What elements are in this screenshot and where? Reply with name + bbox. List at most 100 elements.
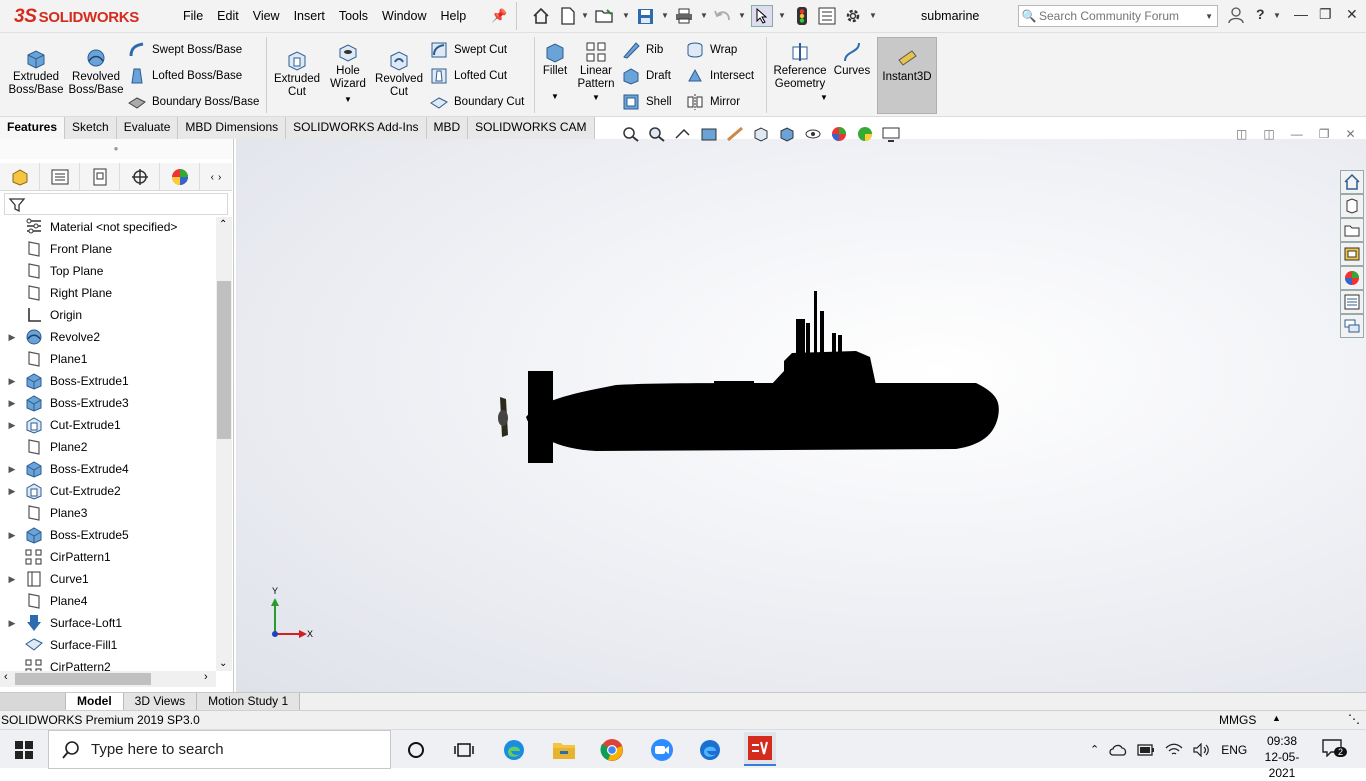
view-palette-icon[interactable] <box>1340 242 1364 266</box>
help-icon[interactable]: ? <box>1256 6 1265 22</box>
search-input[interactable] <box>1039 9 1179 23</box>
expand-arrow-icon[interactable]: ▶ <box>0 574 24 585</box>
dimxpert-manager-tab[interactable] <box>120 163 160 191</box>
chevron-down-icon[interactable]: ▼ <box>324 93 372 106</box>
appearances-icon[interactable] <box>1340 266 1364 290</box>
hole-wizard-button[interactable]: Hole Wizard ▼ <box>324 41 372 106</box>
chevron-down-icon[interactable]: ▼ <box>869 11 877 20</box>
windows-start-icon[interactable] <box>10 736 38 764</box>
shell-button[interactable]: Shell <box>622 93 672 111</box>
tree-item[interactable]: ▶ Boss-Extrude5 <box>0 524 216 546</box>
tab-sketch[interactable]: Sketch <box>65 117 117 139</box>
previous-view-icon[interactable] <box>674 126 692 142</box>
draft-button[interactable]: Draft <box>622 67 671 85</box>
viewport-minimize-icon[interactable]: — <box>1291 127 1303 141</box>
undo-icon[interactable] <box>713 6 733 26</box>
scroll-left-icon[interactable]: ‹ <box>4 671 8 683</box>
menu-view[interactable]: View <box>246 9 287 23</box>
tree-item[interactable]: ▶ Boss-Extrude1 <box>0 370 216 392</box>
new-document-icon[interactable] <box>558 6 578 26</box>
fillet-button[interactable]: Fillet ▼ <box>538 41 572 103</box>
taskbar-search-box[interactable]: Type here to search <box>48 730 391 769</box>
menu-edit[interactable]: Edit <box>210 9 246 23</box>
scroll-down-icon[interactable]: ⌄ <box>219 658 227 669</box>
graphics-area[interactable]: Y X ◫ ◫ — ❐ ✕ <box>236 127 1366 692</box>
extruded-cut-button[interactable]: Extruded Cut <box>270 49 324 99</box>
menu-insert[interactable]: Insert <box>287 9 332 23</box>
expand-arrow-icon[interactable]: ▶ <box>0 618 24 629</box>
custom-properties-icon[interactable] <box>1340 290 1364 314</box>
chevron-up-icon[interactable]: ▲ <box>1272 713 1281 723</box>
tree-item[interactable]: Right Plane <box>0 282 216 304</box>
chevron-down-icon[interactable]: ▼ <box>581 11 589 20</box>
task-view-icon[interactable] <box>450 736 478 764</box>
tab-motion-study-1[interactable]: Motion Study 1 <box>197 693 301 710</box>
tree-item[interactable]: Origin <box>0 304 216 326</box>
chevron-down-icon[interactable]: ▼ <box>574 91 618 104</box>
chevron-right-icon[interactable]: › <box>218 172 221 183</box>
chevron-down-icon[interactable]: ▼ <box>700 11 708 20</box>
edge-browser-icon[interactable] <box>696 736 724 764</box>
onedrive-cloud-icon[interactable] <box>1109 743 1127 757</box>
search-community-field[interactable]: 🔍 ▼ <box>1018 5 1218 27</box>
tab-model[interactable]: Model <box>66 693 124 710</box>
chevron-down-icon[interactable]: ▼ <box>738 11 746 20</box>
tab-3d-views[interactable]: 3D Views <box>123 693 198 710</box>
expand-arrow-icon[interactable]: ▶ <box>0 398 24 409</box>
rib-button[interactable]: Rib <box>622 41 663 59</box>
expand-arrow-icon[interactable]: ▶ <box>0 376 24 387</box>
swept-boss-button[interactable]: Swept Boss/Base <box>128 41 242 59</box>
feature-manager-tab[interactable] <box>0 163 40 191</box>
dynamic-annotation-icon[interactable] <box>726 126 744 142</box>
edge-browser-icon[interactable] <box>500 736 528 764</box>
viewport-restore-icon[interactable]: ❐ <box>1319 127 1330 141</box>
scroll-up-icon[interactable]: ⌃ <box>219 219 227 230</box>
expand-arrow-icon[interactable]: ▶ <box>0 332 24 343</box>
solidworks-logo[interactable]: 3S SOLIDWORKS <box>14 6 139 28</box>
zoom-to-fit-icon[interactable] <box>622 126 640 142</box>
tab-features[interactable]: Features <box>0 117 66 139</box>
forum-icon[interactable] <box>1340 314 1364 338</box>
tree-item[interactable]: Surface-Fill1 <box>0 634 216 656</box>
property-manager-tab[interactable] <box>40 163 80 191</box>
file-explorer-icon[interactable] <box>1340 218 1364 242</box>
tab-solidworks-add-ins[interactable]: SOLIDWORKS Add-Ins <box>286 117 427 139</box>
expand-arrow-icon[interactable]: ▶ <box>0 420 24 431</box>
linear-pattern-button[interactable]: Linear Pattern ▼ <box>574 41 618 104</box>
instant3d-button[interactable]: Instant3D <box>877 37 937 114</box>
tab-evaluate[interactable]: Evaluate <box>116 117 179 139</box>
tree-item[interactable]: Plane4 <box>0 590 216 612</box>
section-view-icon[interactable] <box>700 126 718 142</box>
language-indicator[interactable]: ENG <box>1221 743 1247 757</box>
edit-appearance-icon[interactable] <box>830 126 848 142</box>
print-icon[interactable] <box>674 6 694 26</box>
zoom-to-area-icon[interactable] <box>648 126 666 142</box>
tree-item[interactable]: Plane2 <box>0 436 216 458</box>
pane-left-icon[interactable]: ◫ <box>1236 127 1247 141</box>
tree-item[interactable]: ▶ Boss-Extrude4 <box>0 458 216 480</box>
tree-item[interactable]: CirPattern2 <box>0 656 216 671</box>
panel-grip[interactable]: ● <box>0 139 232 159</box>
revolved-cut-button[interactable]: Revolved Cut <box>372 49 426 99</box>
notification-center-icon[interactable]: 2 <box>1322 739 1348 760</box>
clock[interactable]: 09:38 12-05-2021 <box>1252 733 1312 781</box>
pane-right-icon[interactable]: ◫ <box>1263 127 1274 141</box>
design-library-icon[interactable] <box>1340 194 1364 218</box>
home-icon[interactable] <box>531 6 551 26</box>
display-style-icon[interactable] <box>778 126 796 142</box>
chevron-left-icon[interactable]: ‹ <box>211 172 214 183</box>
tree-item[interactable]: Front Plane <box>0 238 216 260</box>
mirror-button[interactable]: Mirror <box>686 93 740 111</box>
display-manager-tab[interactable] <box>160 163 200 191</box>
wrap-button[interactable]: Wrap <box>686 41 737 59</box>
solidworks-resources-icon[interactable] <box>1340 170 1364 194</box>
extruded-boss-button[interactable]: Extruded Boss/Base <box>6 47 66 97</box>
tree-item[interactable]: CirPattern1 <box>0 546 216 568</box>
chrome-icon[interactable] <box>598 736 626 764</box>
apply-scene-icon[interactable] <box>856 126 874 142</box>
tab-scroll-arrows[interactable]: ‹ › <box>200 163 232 191</box>
show-hidden-icons-icon[interactable]: ⌃ <box>1090 743 1099 756</box>
curves-button[interactable]: Curves <box>832 41 872 78</box>
select-arrow-icon[interactable] <box>751 5 773 27</box>
chevron-down-icon[interactable]: ▼ <box>1205 12 1213 21</box>
